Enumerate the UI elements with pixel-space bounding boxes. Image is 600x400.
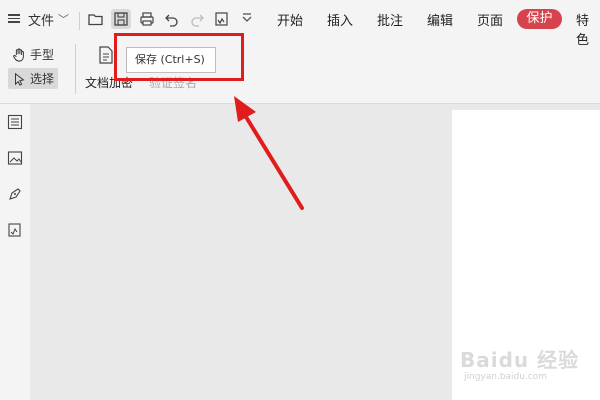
watermark-brand: Baidu 经验 <box>460 348 580 372</box>
hand-tool-label: 手型 <box>30 48 55 62</box>
hand-icon <box>13 47 24 62</box>
watermark: Baidu 经验 jingyan.baidu.com <box>460 344 580 394</box>
save-icon[interactable] <box>111 9 131 29</box>
annotation-pen-icon[interactable] <box>7 186 23 202</box>
ribbon-toolbar: 文件 ﹀ 开始 插入 批注 编辑 页面 保护 特色 手型 选择 文档加密 验证签… <box>0 0 600 104</box>
export-icon[interactable] <box>212 9 232 29</box>
cursor-arrow-icon <box>15 72 25 86</box>
tab-insert[interactable]: 插入 <box>327 10 353 29</box>
divider <box>75 44 76 94</box>
print-icon[interactable] <box>137 9 157 29</box>
undo-icon[interactable] <box>162 9 182 29</box>
select-tool-label: 选择 <box>30 72 55 86</box>
tab-start[interactable]: 开始 <box>277 10 303 29</box>
chevron-down-icon[interactable]: ﹀ <box>58 11 69 27</box>
customize-dropdown-icon[interactable] <box>237 9 257 29</box>
menu-row: 文件 ﹀ 开始 插入 批注 编辑 页面 保护 特色 <box>0 6 600 48</box>
thumbnail-image-icon[interactable] <box>7 150 23 166</box>
select-tool[interactable]: 选择 <box>8 68 59 89</box>
watermark-url: jingyan.baidu.com <box>464 372 548 382</box>
tab-page[interactable]: 页面 <box>477 10 503 29</box>
hamburger-menu-icon[interactable] <box>8 12 20 24</box>
tool-row: 手型 选择 文档加密 验证签名 <box>0 40 600 100</box>
signature-panel-icon[interactable] <box>7 222 23 238</box>
tab-edit[interactable]: 编辑 <box>427 10 453 29</box>
hand-tool[interactable]: 手型 <box>12 46 54 63</box>
file-menu[interactable]: 文件 <box>28 10 54 29</box>
left-sidebar <box>0 104 30 400</box>
divider <box>79 12 80 30</box>
redo-icon[interactable] <box>187 9 207 29</box>
tab-comment[interactable]: 批注 <box>377 10 403 29</box>
outline-list-icon[interactable] <box>7 114 23 130</box>
open-folder-icon[interactable] <box>86 9 106 29</box>
document-encrypt-icon[interactable] <box>98 46 114 64</box>
tab-protect[interactable]: 保护 <box>517 9 562 29</box>
highlight-box <box>114 33 244 81</box>
